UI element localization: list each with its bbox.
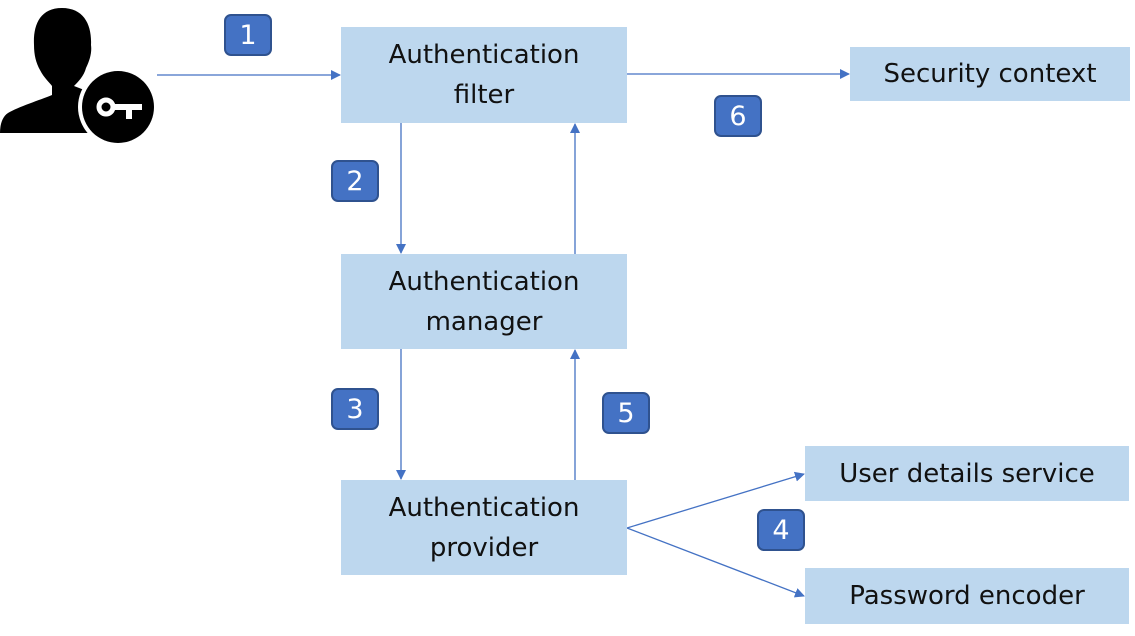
step-badge-1: 1 [224, 14, 272, 56]
step-badge-6: 6 [714, 95, 762, 137]
node-label: Password encoder [849, 581, 1085, 611]
node-authentication-manager: Authentication manager [341, 254, 627, 349]
step-badge-5: 5 [602, 392, 650, 434]
step-badge-4: 4 [757, 509, 805, 551]
step-badge-3: 3 [331, 388, 379, 430]
node-password-encoder: Password encoder [805, 568, 1129, 624]
node-security-context: Security context [850, 47, 1130, 101]
node-label: Security context [883, 59, 1097, 89]
node-label: Authentication manager [388, 266, 580, 337]
step-badge-2: 2 [331, 160, 379, 202]
node-label: User details service [839, 458, 1095, 489]
node-authentication-provider: Authentication provider [341, 480, 627, 575]
node-label: Authentication filter [388, 40, 580, 110]
node-authentication-filter: Authentication filter [341, 27, 627, 123]
node-label: Authentication provider [388, 492, 580, 563]
node-user-details-service: User details service [805, 446, 1129, 501]
